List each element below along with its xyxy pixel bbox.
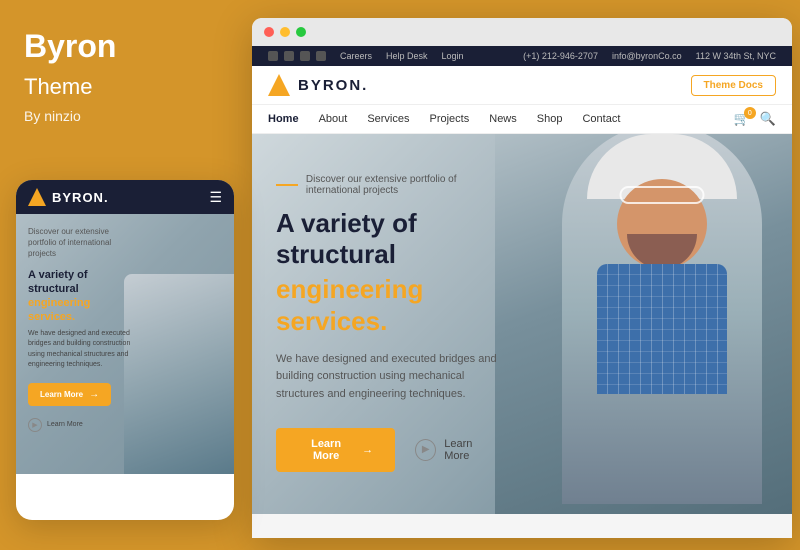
mobile-logo-text: BYRON. [52,190,109,205]
hero-heading-orange: engineering services. [276,274,498,336]
tagline-line [276,184,298,186]
glasses-shape [620,186,705,204]
nav-icons: 🛒 0 🔍 [734,111,776,127]
mobile-hero-tagline: Discover our extensive portfolio of inte… [28,226,135,260]
desktop-infobar: Careers Help Desk Login (+1) 212-946-270… [252,46,792,66]
desktop-nav-menu: Home About Services Projects News Shop C… [252,105,792,134]
social-icons [268,51,326,61]
hero-person-image [495,134,792,514]
infobar-left: Careers Help Desk Login [268,51,464,61]
nav-item-news[interactable]: News [489,113,517,125]
theme-title: Byron Theme [24,28,224,102]
logo-icon [268,74,290,96]
careers-link[interactable]: Careers [340,51,372,61]
hero-learn-more-secondary[interactable]: ▶ Learn More [415,438,498,462]
nav-item-home[interactable]: Home [268,113,299,125]
linkedin-icon[interactable] [316,51,326,61]
theme-name: Byron [24,28,116,64]
mobile-learn-more-button[interactable]: Learn More → [28,383,111,406]
minimize-dot [280,27,290,37]
mobile-logo-icon [28,188,46,206]
play-icon: ▶ [415,439,436,461]
close-dot [264,27,274,37]
mobile-hero-content: Discover our extensive portfolio of inte… [16,214,147,432]
hamburger-icon[interactable]: ☰ [209,189,222,206]
login-link[interactable]: Login [442,51,464,61]
nav-item-contact[interactable]: Contact [582,113,620,125]
hero-content: Discover our extensive portfolio of inte… [252,134,522,492]
nav-item-about[interactable]: About [319,113,348,125]
hero-tagline-bar: Discover our extensive portfolio of inte… [276,174,498,196]
desktop-titlebar [252,18,792,46]
navbar-right: Theme Docs [691,75,776,96]
theme-author: By ninzio [24,108,224,124]
arrow-right-icon: → [362,444,373,456]
desktop-mockup: Careers Help Desk Login (+1) 212-946-270… [252,18,792,538]
mobile-hero-heading: A variety of structural engineering serv… [28,268,135,325]
mobile-logo: BYRON. [28,188,109,206]
hero-description: We have designed and executed bridges an… [276,351,498,404]
nav-item-shop[interactable]: Shop [537,113,563,125]
nav-item-projects[interactable]: Projects [430,113,470,125]
nav-item-services[interactable]: Services [367,113,409,125]
theme-docs-button[interactable]: Theme Docs [691,75,776,96]
address: 112 W 34th St, NYC [696,51,776,61]
desktop-hero: Discover our extensive portfolio of inte… [252,134,792,514]
desktop-browser: Careers Help Desk Login (+1) 212-946-270… [252,46,792,538]
maximize-dot [296,27,306,37]
shirt-shape [597,264,727,394]
arrow-icon: → [89,389,99,400]
logo-text: BYRON. [298,77,368,94]
mobile-hero: Discover our extensive portfolio of inte… [16,214,234,474]
shirt-pattern [597,264,727,394]
hero-learn-more-button[interactable]: Learn More → [276,428,395,472]
twitter-icon[interactable] [284,51,294,61]
desktop-navbar: BYRON. Theme Docs [252,66,792,105]
theme-subtitle: Theme [24,74,92,99]
mobile-mockup: BYRON. ☰ Discover our extensive portfoli… [16,180,234,520]
hero-buttons: Learn More → ▶ Learn More [276,428,498,472]
hero-face [562,134,762,504]
cart-icon[interactable]: 🛒 0 [734,111,750,127]
infobar-right: (+1) 212-946-2707 info@byronCo.co 112 W … [523,51,776,61]
hero-heading-line1: A variety of structural [276,208,498,270]
mobile-learn-more-secondary[interactable]: ▶ Learn More [28,418,135,432]
navbar-logo: BYRON. [268,74,368,96]
instagram-icon[interactable] [300,51,310,61]
search-icon[interactable]: 🔍 [760,111,776,127]
email-address: info@byronCo.co [612,51,682,61]
helpdesk-link[interactable]: Help Desk [386,51,428,61]
play-circle-icon: ▶ [28,418,42,432]
mobile-hero-description: We have designed and executed bridges an… [28,329,135,371]
mobile-topbar: BYRON. ☰ [16,180,234,214]
hero-tagline: Discover our extensive portfolio of inte… [306,174,498,196]
phone-number: (+1) 212-946-2707 [523,51,598,61]
facebook-icon[interactable] [268,51,278,61]
cart-badge: 0 [744,107,756,119]
